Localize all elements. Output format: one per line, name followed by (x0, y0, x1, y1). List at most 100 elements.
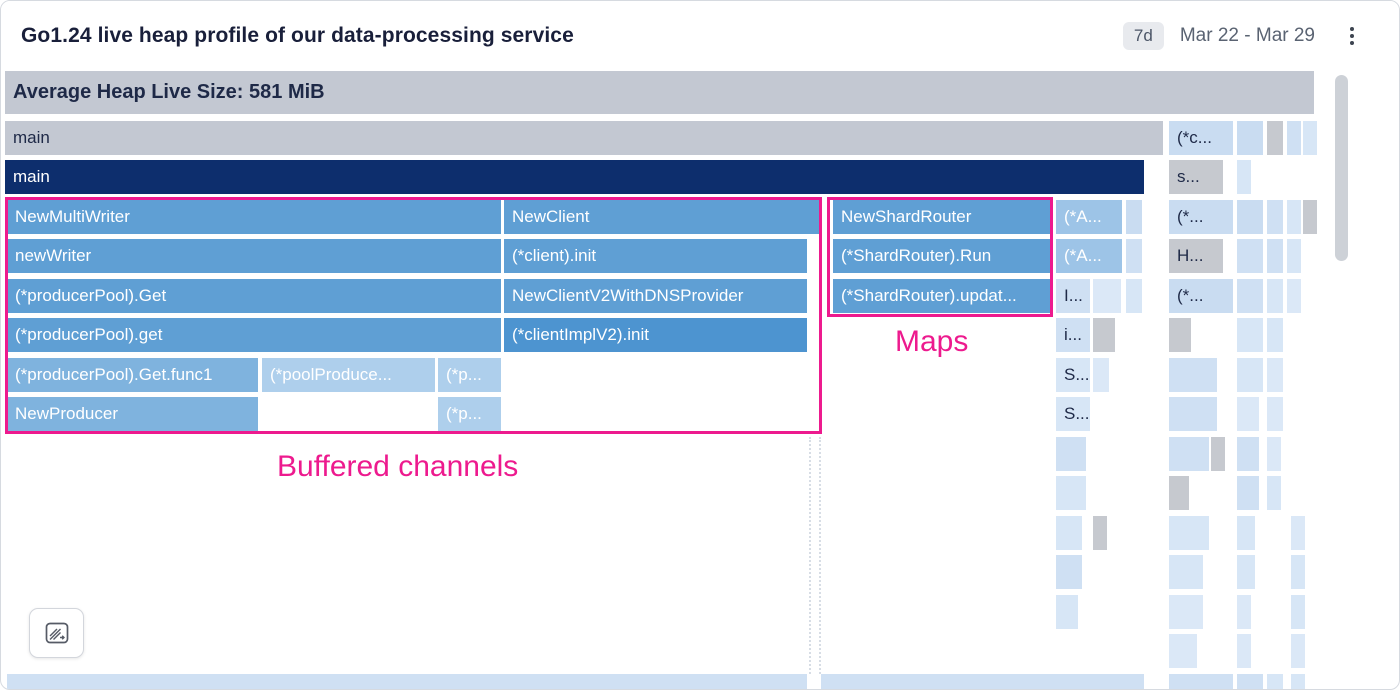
date-range[interactable]: Mar 22 - Mar 29 (1180, 25, 1315, 47)
flame-bar[interactable] (1169, 358, 1217, 392)
flame-bar[interactable]: (*... (1169, 200, 1233, 234)
flame-bar[interactable] (1169, 476, 1189, 510)
flame-bar[interactable]: newWriter (7, 239, 501, 273)
flame-bar[interactable] (1056, 595, 1078, 629)
flame-bar[interactable]: (*p... (438, 397, 501, 431)
flame-bar[interactable] (1237, 160, 1251, 194)
flame-bar[interactable] (1056, 516, 1082, 550)
flame-bar[interactable] (1169, 318, 1191, 352)
flame-bar[interactable] (1211, 437, 1225, 471)
flame-bar[interactable] (1291, 674, 1305, 690)
flame-bar[interactable] (1287, 200, 1301, 234)
flame-bar[interactable] (1126, 279, 1142, 313)
flame-bar[interactable] (1237, 200, 1263, 234)
flame-bar[interactable] (1291, 595, 1305, 629)
flame-bar[interactable] (1169, 555, 1203, 589)
flame-bar[interactable] (1169, 516, 1209, 550)
flame-bar[interactable] (1287, 121, 1301, 155)
flame-bar[interactable]: S... (1056, 358, 1090, 392)
annotation-label: Maps (895, 325, 968, 359)
flame-bar[interactable]: (*ShardRouter).updat... (833, 279, 1051, 313)
flame-bar[interactable]: (*ShardRouter).Run (833, 239, 1051, 273)
flame-bar[interactable]: i... (1056, 318, 1090, 352)
flame-bar[interactable]: NewProducer (7, 397, 258, 431)
flame-bar[interactable]: Average Heap Live Size: 581 MiB (5, 71, 1314, 114)
flame-bar[interactable]: (*producerPool).Get (7, 279, 501, 313)
flame-bar[interactable] (1237, 397, 1259, 431)
flame-bar[interactable]: (*c... (1169, 121, 1233, 155)
flame-bar[interactable] (1093, 516, 1107, 550)
flame-bar[interactable] (1056, 476, 1086, 510)
flame-bar[interactable] (1267, 674, 1283, 690)
flame-bar[interactable] (1267, 397, 1283, 431)
flame-bar[interactable]: main (5, 160, 1144, 194)
flame-bar[interactable] (1237, 239, 1263, 273)
flame-bar[interactable]: NewMultiWriter (7, 200, 501, 234)
flame-bar[interactable]: (*clientImplV2).init (504, 318, 807, 352)
column-guide-line (819, 437, 821, 674)
time-range-badge[interactable]: 7d (1123, 22, 1164, 50)
flame-bar[interactable] (1237, 318, 1263, 352)
flame-bar[interactable] (1303, 200, 1317, 234)
flame-bar[interactable]: s... (1169, 160, 1223, 194)
flame-bar[interactable] (1237, 516, 1255, 550)
flame-bar[interactable] (1093, 279, 1121, 313)
flame-bar[interactable] (1169, 674, 1233, 690)
kebab-menu-icon[interactable] (1341, 23, 1363, 49)
flame-bar[interactable] (1237, 476, 1259, 510)
flame-bar[interactable] (1287, 279, 1301, 313)
flame-bar[interactable] (1056, 437, 1086, 471)
flame-bar[interactable]: I... (1056, 279, 1090, 313)
flame-bar[interactable] (1169, 595, 1203, 629)
flame-bar[interactable]: H... (1169, 239, 1223, 273)
flame-bar[interactable] (1287, 239, 1301, 273)
expand-panel-button[interactable] (29, 608, 84, 658)
flame-bar[interactable] (1267, 476, 1281, 510)
flame-bar[interactable] (1237, 634, 1251, 668)
flame-bar[interactable] (1169, 397, 1217, 431)
flame-bar[interactable] (1291, 634, 1305, 668)
flame-bar[interactable] (1126, 239, 1142, 273)
flame-bar[interactable]: NewClient (504, 200, 821, 234)
flame-bar[interactable]: (*producerPool).get (7, 318, 501, 352)
flame-bar[interactable]: (*A... (1056, 200, 1122, 234)
flame-bar[interactable] (1267, 318, 1283, 352)
flame-bar[interactable] (1237, 595, 1251, 629)
flame-bar[interactable] (1267, 437, 1281, 471)
flame-bar[interactable]: (*... (1169, 279, 1233, 313)
flame-bar[interactable] (1267, 200, 1283, 234)
flame-bar[interactable]: S... (1056, 397, 1090, 431)
flame-bar[interactable]: (*poolProduce... (262, 358, 435, 392)
flame-bar[interactable]: (*A... (1056, 239, 1122, 273)
flame-bar[interactable] (1267, 358, 1283, 392)
flame-bar[interactable] (1267, 121, 1283, 155)
flame-bar[interactable] (1093, 358, 1109, 392)
flame-bar[interactable]: (*client).init (504, 239, 807, 273)
flame-bar[interactable]: (*producerPool).Get.func1 (7, 358, 258, 392)
flame-bar[interactable] (821, 674, 1144, 690)
flame-bar[interactable]: (*p... (438, 358, 501, 392)
flame-bar[interactable]: NewClientV2WithDNSProvider (504, 279, 807, 313)
vertical-scrollbar-thumb[interactable] (1335, 75, 1348, 261)
flame-bar[interactable] (1237, 121, 1263, 155)
flame-bar[interactable] (1291, 516, 1305, 550)
flame-bar[interactable] (1237, 437, 1259, 471)
flame-bar[interactable] (7, 674, 807, 690)
flame-bar[interactable]: main (5, 121, 1163, 155)
flame-bar[interactable] (1267, 239, 1283, 273)
flame-bar[interactable] (1056, 555, 1082, 589)
page-title: Go1.24 live heap profile of our data-pro… (21, 24, 1123, 48)
expand-panel-icon (45, 622, 69, 644)
flame-bar[interactable] (1237, 279, 1263, 313)
flame-bar[interactable] (1093, 318, 1115, 352)
flame-bar[interactable] (1237, 358, 1263, 392)
flame-bar[interactable] (1126, 200, 1142, 234)
flame-bar[interactable] (1169, 634, 1197, 668)
flame-bar[interactable]: NewShardRouter (833, 200, 1051, 234)
flame-bar[interactable] (1267, 279, 1283, 313)
flame-bar[interactable] (1291, 555, 1305, 589)
flame-bar[interactable] (1237, 674, 1263, 690)
flame-bar[interactable] (1169, 437, 1209, 471)
flame-bar[interactable] (1303, 121, 1317, 155)
flame-bar[interactable] (1237, 555, 1255, 589)
